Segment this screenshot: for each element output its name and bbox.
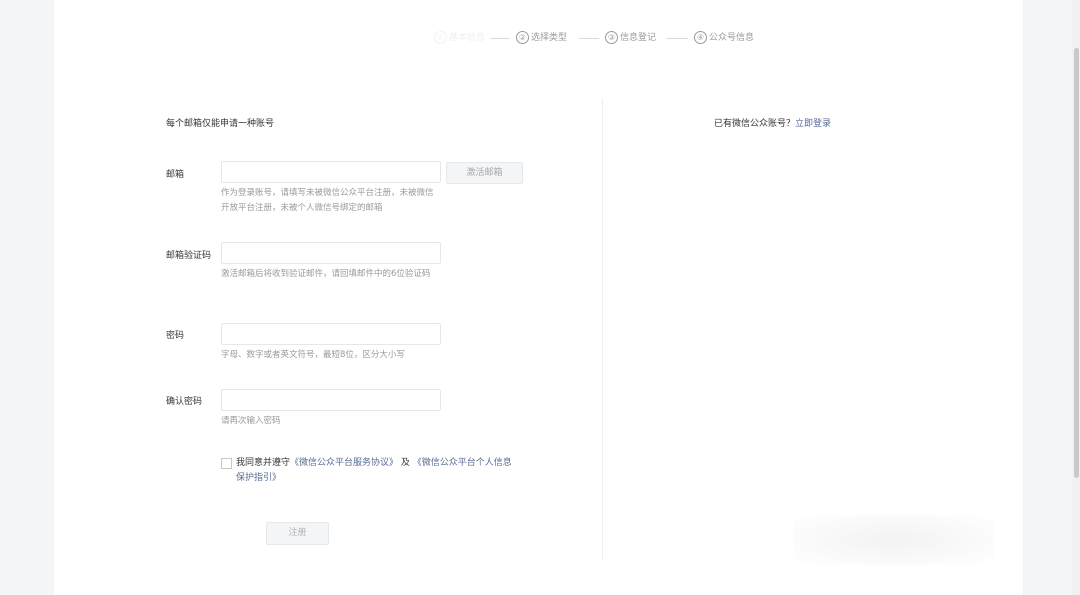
login-hint-text: 已有微信公众账号？ xyxy=(714,119,796,129)
step-1: ① 基本信息 xyxy=(434,30,485,44)
confirm-password-input[interactable] xyxy=(221,389,441,411)
step-3: ③ 信息登记 xyxy=(605,30,656,44)
email-tip: 作为登录账号，请填写未被微信公众平台注册，未被微信开放平台注册，未被个人微信号绑… xyxy=(221,188,434,213)
step-connector xyxy=(490,38,510,39)
agreement-checkbox[interactable] xyxy=(221,458,232,469)
step-1-number: ① xyxy=(434,31,447,44)
email-code-input[interactable] xyxy=(221,242,441,264)
step-4: ④ 公众号信息 xyxy=(694,30,754,44)
step-4-number: ④ xyxy=(694,31,707,44)
scrollbar[interactable] xyxy=(1072,0,1080,595)
account-note: 每个邮箱仅能申请一种账号 xyxy=(166,119,275,129)
step-4-label: 公众号信息 xyxy=(709,33,755,43)
login-hint: 已有微信公众账号？立即登录 xyxy=(714,116,831,129)
confirm-password-label: 确认密码 xyxy=(166,397,203,407)
password-input[interactable] xyxy=(221,323,441,345)
agreement-and: 及 xyxy=(398,458,413,468)
step-3-number: ③ xyxy=(605,31,618,44)
password-label: 密码 xyxy=(166,331,185,341)
email-label: 邮箱 xyxy=(166,170,185,180)
email-code-tip: 激活邮箱后将收到验证邮件，请回填邮件中的6位验证码 xyxy=(221,269,431,279)
agreement-prefix: 我同意并遵守 xyxy=(236,458,291,468)
step-3-label: 信息登记 xyxy=(620,33,657,43)
email-code-label: 邮箱验证码 xyxy=(166,251,212,261)
step-2-number: ② xyxy=(516,31,529,44)
scrollbar-thumb[interactable] xyxy=(1074,48,1079,478)
decorative-blur xyxy=(794,515,994,565)
email-input[interactable] xyxy=(221,161,441,183)
step-2: ② 选择类型 xyxy=(516,30,567,44)
step-indicator: ① 基本信息 ② 选择类型 ③ 信息登记 ④ 公众号信息 xyxy=(424,30,764,48)
login-link[interactable]: 立即登录 xyxy=(795,119,831,129)
register-button[interactable]: 注册 xyxy=(266,522,329,545)
agreement-text: 我同意并遵守《微信公众平台服务协议》 及 《微信公众平台个人信息保护指引》 xyxy=(236,456,516,486)
step-1-label: 基本信息 xyxy=(449,33,486,43)
step-2-label: 选择类型 xyxy=(531,33,568,43)
activate-email-button[interactable]: 激活邮箱 xyxy=(446,162,523,184)
service-agreement-link[interactable]: 《微信公众平台服务协议》 xyxy=(290,458,398,468)
step-connector xyxy=(579,38,599,39)
step-connector xyxy=(666,38,688,39)
column-divider xyxy=(602,98,603,560)
password-tip: 字母、数字或者英文符号，最短8位，区分大小写 xyxy=(221,350,405,360)
register-page: ① 基本信息 ② 选择类型 ③ 信息登记 ④ 公众号信息 xyxy=(54,0,1023,595)
confirm-password-tip: 请再次输入密码 xyxy=(221,416,281,426)
